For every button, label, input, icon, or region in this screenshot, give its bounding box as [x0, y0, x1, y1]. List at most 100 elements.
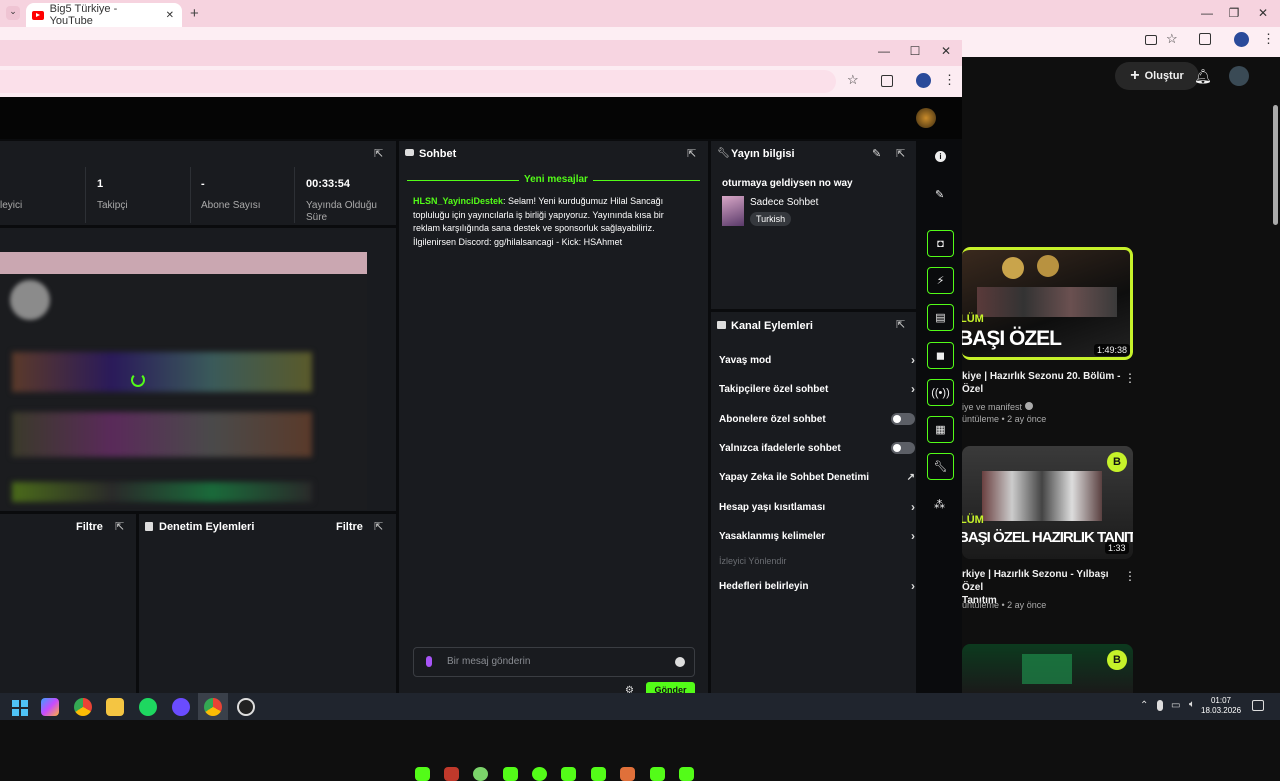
browser-tab-youtube[interactable]: Big5 Türkiye - YouTube ✕ — [26, 3, 182, 27]
profile-avatar[interactable] — [1234, 32, 1249, 47]
emote-icon[interactable] — [444, 767, 459, 781]
notes-button[interactable]: ▤ — [927, 304, 954, 331]
goals-row[interactable]: Hedefleri belirleyin › — [719, 576, 915, 596]
app-icon[interactable] — [237, 698, 255, 716]
windows-start-icon[interactable] — [10, 698, 28, 716]
edit-pencil-icon[interactable]: ✎ — [872, 147, 881, 160]
spotify-icon[interactable] — [139, 698, 157, 716]
edit-pencil-icon[interactable]: ✎ — [935, 188, 944, 201]
chat-input[interactable]: Bir mesaj gönderin — [413, 647, 695, 677]
emote-icon[interactable] — [532, 767, 547, 781]
discord-icon[interactable] — [172, 698, 190, 716]
tray-chevron-icon[interactable]: ⌃ — [1140, 700, 1148, 711]
microphone-icon[interactable] — [426, 656, 432, 667]
section-label: İzleyici Yönlendir — [719, 556, 787, 566]
info-icon[interactable]: i — [935, 151, 946, 162]
emote-icon[interactable] — [503, 767, 518, 781]
account-avatar[interactable] — [1229, 66, 1249, 86]
network-icon[interactable]: ▭ — [1171, 700, 1180, 711]
emote-icon[interactable] — [591, 767, 606, 781]
back-minimize-button[interactable]: — — [1195, 6, 1219, 20]
copilot-icon[interactable] — [41, 698, 59, 716]
broadcast-button[interactable]: ((•)) — [927, 379, 954, 406]
emote-icon[interactable] — [415, 767, 430, 781]
emote-icon[interactable] — [679, 767, 694, 781]
popout-icon[interactable]: ⇱ — [896, 318, 905, 331]
browser-menu-icon[interactable]: ⋮ — [943, 72, 956, 88]
scrollbar-thumb[interactable] — [1273, 105, 1278, 225]
video-menu-icon[interactable]: ⋮ — [1124, 569, 1136, 583]
category-thumbnail[interactable] — [722, 196, 744, 226]
file-explorer-icon[interactable] — [106, 698, 124, 716]
clock[interactable]: 01:07 18.03.2026 — [1201, 696, 1241, 716]
layout-button[interactable]: ▦ — [927, 416, 954, 443]
clip-button[interactable]: ◘ — [927, 230, 954, 257]
microphone-icon[interactable] — [1157, 700, 1163, 711]
subscribers-only-toggle[interactable] — [891, 413, 915, 425]
front-minimize-button[interactable]: — — [872, 44, 896, 58]
notification-center-icon[interactable] — [1252, 700, 1264, 711]
more-apps-icon[interactable]: ⁂ — [934, 498, 945, 511]
popout-icon[interactable]: ⇱ — [687, 147, 696, 160]
send-button[interactable]: Gönder — [646, 682, 695, 693]
back-restore-button[interactable]: ❐ — [1222, 6, 1246, 20]
emote-icon[interactable] — [473, 767, 488, 781]
video-thumbnail[interactable]: B — [962, 644, 1133, 693]
cast-icon[interactable] — [1145, 35, 1157, 45]
create-button[interactable]: + Oluştur — [1115, 62, 1199, 90]
plus-icon: + — [1130, 67, 1140, 84]
stat-followers-label: Takipçi — [97, 200, 128, 211]
front-address-bar: ☆ ⋮ — [0, 66, 962, 97]
chat-message[interactable]: HLSN_YayinciDestek: Selam! Yeni kurduğum… — [413, 195, 678, 249]
bookmark-star-icon[interactable]: ☆ — [847, 72, 859, 88]
back-close-button[interactable]: ✕ — [1251, 6, 1275, 20]
filter-button[interactable]: Filtre — [336, 521, 363, 533]
filter-button[interactable]: Filtre — [76, 521, 103, 533]
front-close-button[interactable]: ✕ — [934, 44, 958, 58]
video-menu-icon[interactable]: ⋮ — [1124, 371, 1136, 385]
channel-actions-icon — [717, 321, 726, 329]
popout-icon[interactable]: ⇱ — [374, 147, 383, 160]
user-avatar[interactable] — [916, 108, 936, 128]
notifications-bell-icon[interactable]: 🔔︎ — [1194, 68, 1212, 85]
ai-moderation-row[interactable]: Yapay Zeka ile Sohbet Denetimi ↗ — [719, 467, 915, 487]
video-channel[interactable]: iye ve manifest — [962, 402, 1033, 412]
followers-only-row[interactable]: Takipçilere özel sohbet › — [719, 379, 915, 399]
banned-words-row[interactable]: Yasaklanmış kelimeler › — [719, 526, 915, 546]
emoji-picker-icon[interactable] — [675, 657, 685, 667]
stream-category[interactable]: Sadece Sohbet — [750, 197, 818, 208]
chat-username[interactable]: HLSN_YayinciDestek — [413, 196, 503, 206]
emotes-only-toggle[interactable] — [891, 442, 915, 454]
profile-avatar[interactable] — [916, 73, 931, 88]
moderation-title: Denetim Eylemleri — [159, 521, 255, 533]
video-thumbnail[interactable]: LÜM BAŞI ÖZEL 1:49:38 — [962, 247, 1133, 360]
volume-icon[interactable]: 🔈︎ — [1189, 699, 1195, 710]
video-thumbnail[interactable]: B LÜM BAŞI ÖZEL HAZIRLIK TANITIM 1:33 — [962, 446, 1133, 559]
chrome-icon[interactable] — [204, 698, 222, 716]
browser-menu-icon[interactable]: ⋮ — [1262, 31, 1275, 47]
tab-close-icon[interactable]: ✕ — [166, 10, 174, 21]
chrome-icon[interactable] — [74, 698, 92, 716]
popout-icon[interactable]: ⇱ — [374, 520, 383, 533]
account-age-row[interactable]: Hesap yaşı kısıtlaması › — [719, 497, 915, 517]
tools-button[interactable]: 🔧︎ — [927, 453, 954, 480]
url-field[interactable] — [0, 70, 836, 93]
boost-button[interactable]: ⚡︎ — [927, 267, 954, 294]
chat-toggle-button[interactable]: ◼ — [927, 342, 954, 369]
popout-icon[interactable]: ⇱ — [115, 520, 124, 533]
popout-icon[interactable]: ⇱ — [896, 147, 905, 160]
emote-icon[interactable] — [620, 767, 635, 781]
emote-icon[interactable] — [561, 767, 576, 781]
bookmark-star-icon[interactable]: ☆ — [1166, 31, 1178, 47]
slow-mode-row[interactable]: Yavaş mod › — [719, 350, 915, 370]
emote-icon[interactable] — [650, 767, 665, 781]
extensions-icon[interactable] — [881, 75, 893, 87]
extensions-icon[interactable] — [1199, 33, 1211, 45]
menu-label: Yavaş mod — [719, 354, 772, 366]
front-maximize-button[interactable]: ☐ — [903, 44, 927, 58]
stream-preview-video[interactable] — [0, 252, 367, 510]
new-tab-button[interactable]: + — [190, 5, 199, 22]
tab-search-icon[interactable]: ⌄ — [6, 6, 20, 20]
menu-label: Yasaklanmış kelimeler — [719, 530, 826, 542]
video-title[interactable]: kiye | Hazırlık Sezonu 20. Bölüm - Özel — [962, 370, 1122, 396]
